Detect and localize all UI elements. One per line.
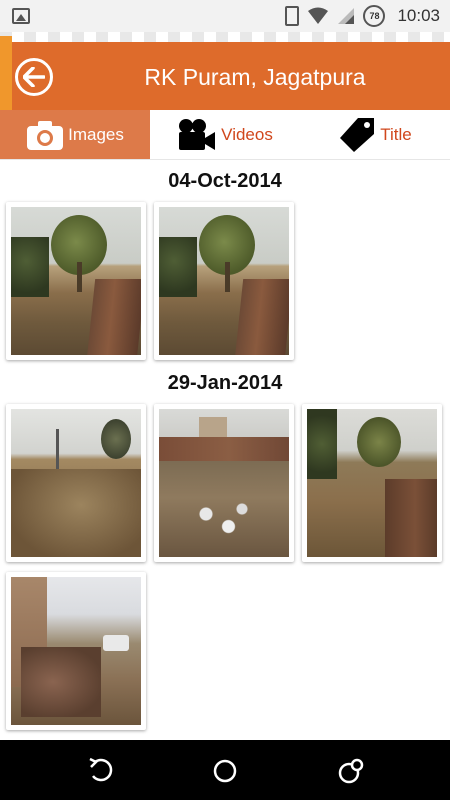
photo <box>11 409 141 557</box>
app-bar-accent <box>0 36 12 110</box>
clock: 10:03 <box>397 6 440 25</box>
video-camera-icon <box>179 118 216 150</box>
date-header: 04-Oct-2014 <box>168 170 282 192</box>
page-title: RK Puram, Jagatpura <box>144 64 366 90</box>
gallery-notification-icon <box>12 8 30 24</box>
back-arrow-icon <box>23 67 45 87</box>
camera-icon <box>27 120 64 150</box>
tab-videos-label: Videos <box>221 124 273 144</box>
photo-thumbnail[interactable] <box>302 404 442 562</box>
vibrate-icon <box>285 6 300 26</box>
photo <box>159 207 289 355</box>
status-icons: 78 10:03 <box>285 4 440 28</box>
status-bar: 78 10:03 <box>0 0 450 32</box>
signal-icon <box>338 8 355 24</box>
navigation-bar <box>0 740 450 800</box>
wifi-icon <box>308 7 329 24</box>
photo <box>11 577 141 725</box>
tag-icon <box>340 117 375 152</box>
tab-images[interactable]: Images <box>0 110 150 159</box>
back-button[interactable] <box>15 58 53 96</box>
tab-bar: Images Videos Title <box>0 110 450 160</box>
gallery-content: 04-Oct-2014 29-Jan-2014 <box>0 160 450 740</box>
back-nav-icon[interactable] <box>86 756 116 786</box>
photo-thumbnail[interactable] <box>6 202 146 360</box>
photo-thumbnail[interactable] <box>154 404 294 562</box>
photo-thumbnail[interactable] <box>154 202 294 360</box>
home-icon[interactable] <box>210 756 240 786</box>
recents-icon[interactable] <box>336 756 366 786</box>
app-bar: RK Puram, Jagatpura <box>0 36 450 110</box>
decorative-strip <box>0 32 450 42</box>
date-header: 29-Jan-2014 <box>167 372 283 394</box>
photo-thumbnail[interactable] <box>6 572 146 730</box>
photo <box>11 207 141 355</box>
photo-thumbnail[interactable] <box>6 404 146 562</box>
tab-title[interactable]: Title <box>300 110 450 159</box>
photo <box>159 409 289 557</box>
battery-icon: 78 <box>363 5 386 27</box>
tab-title-label: Title <box>380 124 412 144</box>
tab-images-label: Images <box>68 124 124 144</box>
photo <box>307 409 437 557</box>
tab-videos[interactable]: Videos <box>150 110 300 159</box>
screen: 78 10:03 RK Puram, Jagatpura Images Vide… <box>0 0 450 800</box>
